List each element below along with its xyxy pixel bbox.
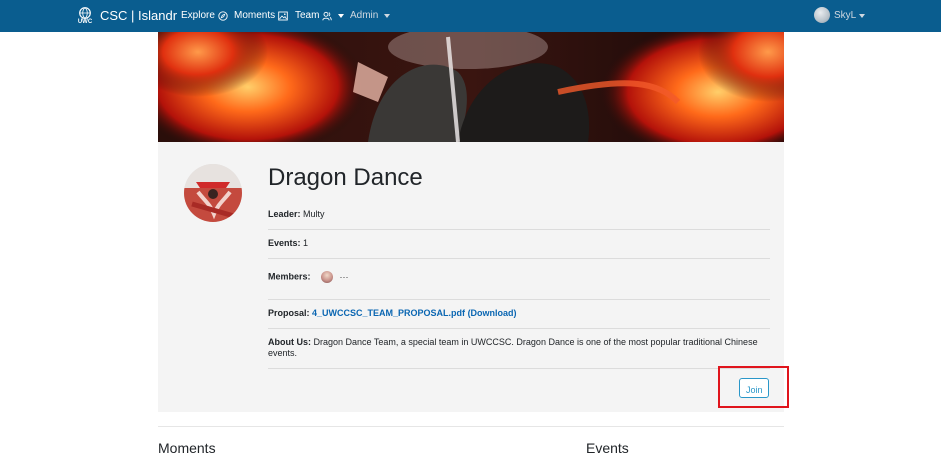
- uwc-logo[interactable]: UWC: [76, 6, 94, 26]
- nav-team[interactable]: Team: [295, 10, 345, 21]
- nav-moments[interactable]: Moments: [234, 10, 288, 21]
- chevron-down-icon: [384, 13, 391, 18]
- top-navbar: UWC CSC | Islandr Explore Moments Team A…: [0, 0, 941, 32]
- compass-icon: [218, 10, 228, 21]
- team-name: Dragon Dance: [268, 164, 423, 191]
- events-heading: Events: [586, 440, 629, 456]
- user-avatar[interactable]: [814, 7, 830, 23]
- members-more[interactable]: ···: [340, 272, 349, 282]
- events-value: 1: [303, 238, 309, 248]
- about-row: About Us: Dragon Dance Team, a special t…: [268, 337, 770, 359]
- leader-value: Multy: [303, 209, 325, 219]
- members-label: Members:: [268, 271, 311, 282]
- proposal-file-link[interactable]: 4_UWCCSC_TEAM_PROPOSAL.pdf: [312, 308, 465, 318]
- events-row: Events: 1: [268, 238, 770, 248]
- team-avatar: [184, 164, 242, 222]
- image-icon: [278, 11, 288, 20]
- nav-explore-label: Explore: [181, 10, 215, 21]
- proposal-row: Proposal: 4_UWCCSC_TEAM_PROPOSAL.pdf (Do…: [268, 308, 770, 318]
- team-info-card: Dragon Dance Leader: Multy Events: 1 Mem…: [158, 142, 784, 412]
- about-label: About Us:: [268, 337, 311, 347]
- divider: [268, 368, 770, 369]
- moments-heading: Moments: [158, 440, 216, 456]
- team-avatar-photo: [184, 164, 242, 222]
- nav-admin-label: Admin: [350, 10, 379, 21]
- logo-text: UWC: [77, 19, 93, 25]
- users-icon: [322, 11, 333, 20]
- member-avatar[interactable]: [321, 271, 334, 283]
- divider: [268, 328, 770, 329]
- leader-label: Leader:: [268, 209, 301, 219]
- user-name-label: SkyL: [834, 10, 857, 21]
- nav-moments-label: Moments: [234, 10, 276, 21]
- join-highlight-box: [718, 366, 789, 408]
- nav-admin[interactable]: Admin: [350, 10, 391, 21]
- divider: [268, 299, 770, 300]
- banner-photo: [158, 32, 784, 142]
- chevron-down-icon: [859, 13, 866, 18]
- about-text: Dragon Dance Team, a special team in UWC…: [268, 337, 758, 358]
- leader-row: Leader: Multy: [268, 209, 770, 219]
- nav-explore[interactable]: Explore: [181, 10, 228, 21]
- divider: [268, 229, 770, 230]
- proposal-download-link[interactable]: (Download): [468, 308, 517, 318]
- members-row: Members: ···: [268, 271, 770, 283]
- proposal-label: Proposal:: [268, 308, 310, 318]
- chevron-down-icon: [338, 13, 345, 18]
- user-menu[interactable]: SkyL: [834, 10, 866, 21]
- events-label: Events:: [268, 238, 301, 248]
- app-title[interactable]: CSC | Islandr: [100, 8, 177, 23]
- nav-team-label: Team: [295, 10, 320, 21]
- divider: [268, 258, 770, 259]
- team-banner-image: [158, 32, 784, 142]
- section-divider: [158, 426, 784, 427]
